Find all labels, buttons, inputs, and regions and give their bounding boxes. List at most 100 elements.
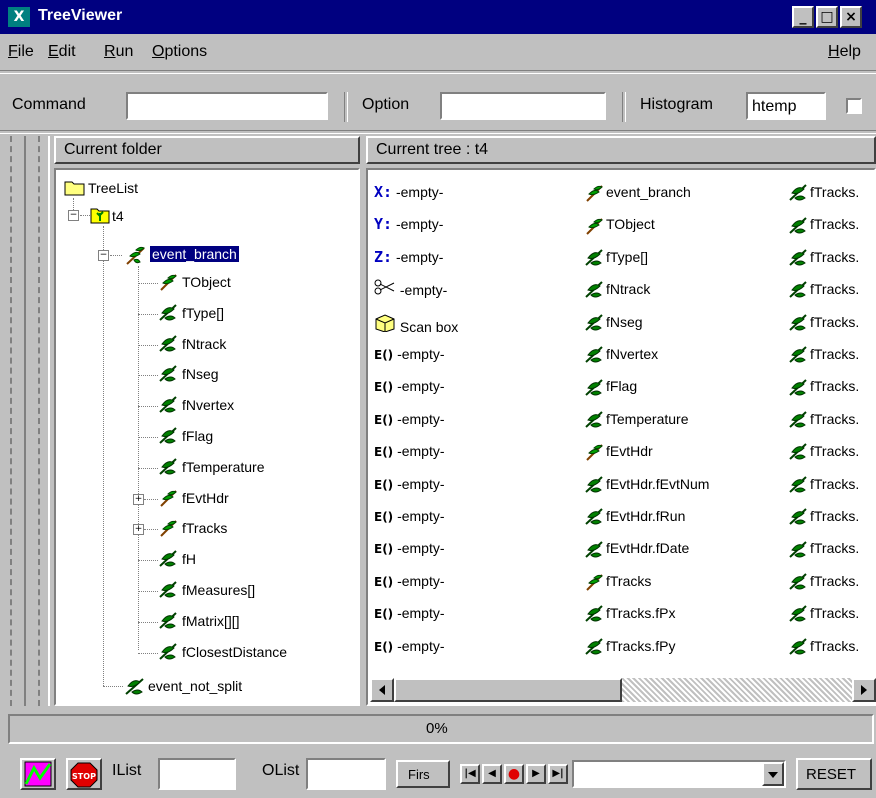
previous-entry-button[interactable]: ◀	[482, 764, 502, 784]
list-item[interactable]: X: -empty-	[374, 182, 443, 202]
list-item[interactable]: fEvtHdr	[584, 441, 653, 462]
list-item[interactable]: Y: -empty-	[374, 214, 443, 234]
menu-edit[interactable]: Edit	[48, 43, 76, 61]
list-item[interactable]: E() -empty-	[374, 603, 445, 623]
tree-root-label[interactable]: TreeList	[88, 180, 138, 196]
maximize-button[interactable]: □	[816, 6, 838, 28]
next-entry-button[interactable]: ▶	[526, 764, 546, 784]
menu-bar: File Edit Run Options Help	[0, 34, 876, 68]
list-item[interactable]: fTracks.	[788, 506, 859, 526]
menu-file[interactable]: File	[8, 43, 34, 61]
horizontal-scrollbar[interactable]	[370, 678, 876, 702]
list-item[interactable]: fTracks.	[788, 279, 859, 299]
record-select[interactable]	[572, 760, 786, 788]
collapse-toggle[interactable]: −	[68, 210, 79, 221]
tree-child-label[interactable]: fNtrack	[182, 336, 226, 352]
list-item[interactable]: fNtrack	[584, 279, 650, 299]
first-entry-button[interactable]: |◀	[460, 764, 480, 784]
list-item[interactable]: fTracks.	[788, 409, 859, 429]
list-item[interactable]: fTracks.	[788, 474, 859, 494]
list-item[interactable]: -empty-	[374, 279, 447, 299]
scroll-thumb[interactable]	[394, 678, 622, 702]
list-item[interactable]: E() -empty-	[374, 441, 445, 461]
list-item[interactable]: E() -empty-	[374, 636, 445, 656]
histogram-input[interactable]: htemp	[746, 92, 826, 120]
list-item[interactable]: fTracks.fPx	[584, 603, 676, 623]
list-item[interactable]: E() -empty-	[374, 538, 445, 558]
list-item[interactable]: fTracks.	[788, 247, 859, 267]
tree-t4-label[interactable]: t4	[112, 208, 124, 224]
expand-toggle[interactable]: +	[133, 493, 144, 505]
dropdown-button[interactable]	[762, 762, 784, 786]
minimize-button[interactable]: _	[792, 6, 814, 28]
record-button[interactable]: ●	[504, 764, 524, 784]
list-item[interactable]: fEvtHdr.fEvtNum	[584, 474, 709, 494]
list-item[interactable]: fTemperature	[584, 409, 688, 429]
list-item[interactable]: fTracks.fPy	[584, 636, 676, 656]
reset-button[interactable]: RESET	[796, 758, 872, 790]
list-item[interactable]: fEvtHdr.fRun	[584, 506, 685, 526]
list-item[interactable]: E() -empty-	[374, 571, 445, 591]
close-button[interactable]: ×	[840, 6, 862, 28]
tree-child-label[interactable]: fTemperature	[182, 459, 264, 475]
list-item[interactable]: Z: -empty-	[374, 247, 443, 267]
scroll-left-button[interactable]	[370, 678, 394, 702]
list-item[interactable]: fEvtHdr.fDate	[584, 538, 689, 558]
list-item[interactable]: E() -empty-	[374, 474, 445, 494]
expand-toggle[interactable]: +	[133, 524, 144, 536]
tree-child-label[interactable]: fNvertex	[182, 397, 234, 413]
list-item[interactable]: fTracks.	[788, 603, 859, 623]
tree-child-label[interactable]: fEvtHdr	[182, 490, 229, 506]
tree-child-label[interactable]: fFlag	[182, 428, 213, 444]
tree-child-label[interactable]: TObject	[182, 274, 231, 290]
list-item[interactable]: event_branch	[584, 182, 691, 203]
list-item[interactable]: E() -empty-	[374, 409, 445, 429]
menu-options[interactable]: Options	[152, 43, 207, 61]
tree-child-label[interactable]: fNseg	[182, 366, 219, 382]
list-item[interactable]: TObject	[584, 214, 655, 235]
list-item[interactable]: fTracks.	[788, 571, 859, 591]
command-input[interactable]	[126, 92, 328, 120]
expression-icon: E()	[374, 574, 394, 589]
list-item[interactable]: fTracks.	[788, 182, 859, 202]
list-item[interactable]: fTracks.	[788, 376, 859, 396]
list-item[interactable]: fTracks.	[788, 214, 859, 234]
ilist-input[interactable]	[158, 758, 236, 790]
list-item[interactable]: fTracks.	[788, 538, 859, 558]
first-button[interactable]: Firs	[396, 760, 450, 788]
list-item[interactable]: fTracks.	[788, 441, 859, 461]
list-item[interactable]: fTracks.	[788, 636, 859, 656]
olist-input[interactable]	[306, 758, 386, 790]
tree-child-label[interactable]: fClosestDistance	[182, 644, 287, 660]
list-item[interactable]: fNseg	[584, 312, 643, 332]
event-not-split-label[interactable]: event_not_split	[148, 678, 242, 694]
list-item[interactable]: fTracks.	[788, 312, 859, 332]
tree-child-label[interactable]: fMatrix[][]	[182, 613, 240, 629]
scroll-right-button[interactable]	[852, 678, 876, 702]
item-label: -empty-	[395, 184, 444, 200]
histogram-checkbox[interactable]	[846, 98, 862, 114]
selected-branch-label[interactable]: event_branch	[150, 246, 239, 262]
collapse-toggle[interactable]: −	[98, 250, 109, 261]
list-item[interactable]: fFlag	[584, 376, 637, 396]
menu-help[interactable]: Help	[828, 43, 861, 61]
menu-run[interactable]: Run	[104, 43, 133, 61]
list-item[interactable]: E() -empty-	[374, 506, 445, 526]
list-item[interactable]: fTracks.	[788, 344, 859, 364]
list-item[interactable]: Scan box	[374, 312, 458, 335]
tree-child-label[interactable]: fMeasures[]	[182, 582, 255, 598]
draw-button[interactable]	[20, 758, 56, 790]
tree-child-label[interactable]: fH	[182, 551, 196, 567]
list-item[interactable]: fTracks	[584, 571, 651, 591]
list-item[interactable]: fType[]	[584, 247, 648, 267]
list-item[interactable]: E() -empty-	[374, 376, 445, 396]
scroll-track[interactable]	[622, 678, 852, 702]
item-label: fTracks.	[810, 540, 860, 557]
tree-child-label[interactable]: fType[]	[182, 305, 224, 321]
option-input[interactable]	[440, 92, 606, 120]
list-item[interactable]: fNvertex	[584, 344, 658, 364]
stop-button[interactable]: STOP	[66, 758, 102, 790]
last-entry-button[interactable]: ▶|	[548, 764, 568, 784]
tree-child-label[interactable]: fTracks	[182, 520, 227, 536]
list-item[interactable]: E() -empty-	[374, 344, 445, 364]
